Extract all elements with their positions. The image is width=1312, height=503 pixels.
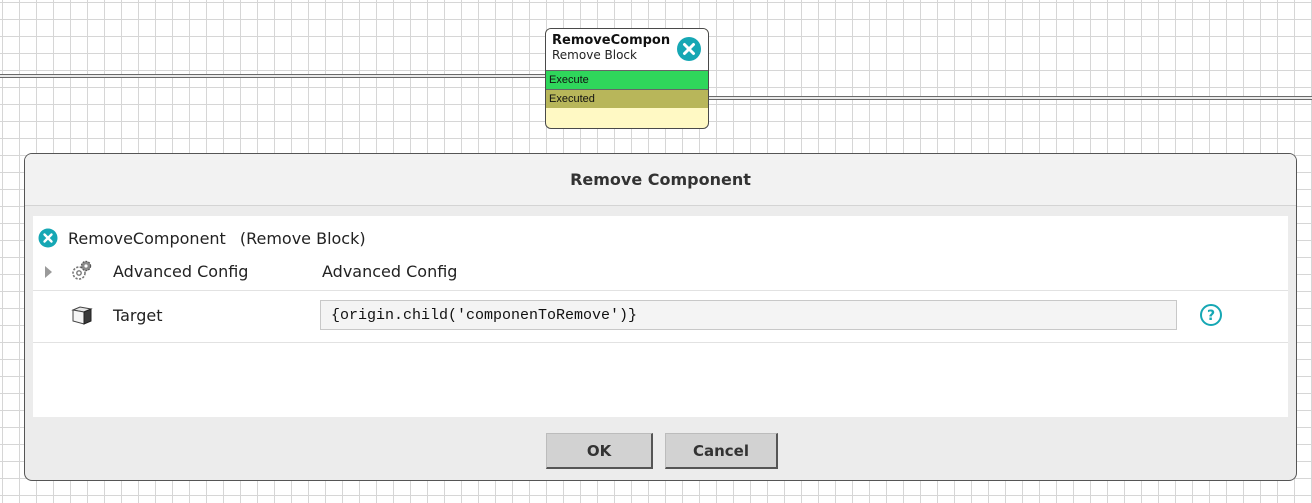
component-header-row: RemoveComponent (Remove Block) (33, 223, 366, 253)
component-type: (Remove Block) (239, 228, 366, 248)
property-sheet: RemoveComponent (Remove Block) Advanced … (33, 216, 1288, 417)
target-label: Target (113, 306, 163, 325)
block-header: RemoveComponent Remove Block (546, 29, 708, 70)
advanced-config-label: Advanced Config (113, 262, 249, 281)
connection-wire-out (709, 96, 1312, 100)
cube-icon (71, 306, 93, 325)
svg-text:?: ? (1207, 308, 1215, 324)
component-name: RemoveComponent (68, 228, 226, 248)
expand-arrow-icon[interactable] (45, 266, 52, 278)
property-row-advanced-config: Advanced Config Advanced Config (33, 254, 1288, 291)
cancel-button[interactable]: Cancel (665, 433, 778, 469)
port-execute[interactable]: Execute (546, 70, 708, 89)
remove-component-dialog: Remove Component RemoveComponent (Remove… (24, 153, 1297, 481)
property-row-target: Target ? (33, 290, 1288, 343)
dialog-title: Remove Component (25, 154, 1296, 206)
port-executed[interactable]: Executed (546, 89, 708, 108)
connection-wire-in (0, 74, 546, 78)
help-icon[interactable]: ? (1199, 303, 1223, 327)
remove-x-icon (677, 37, 701, 61)
remove-x-icon (38, 228, 58, 248)
target-input[interactable] (320, 300, 1177, 330)
gear-icon (72, 260, 92, 280)
ok-button[interactable]: OK (546, 433, 653, 469)
advanced-config-value: Advanced Config (322, 262, 458, 281)
remove-block-node[interactable]: RemoveComponent Remove Block Execute Exe… (545, 28, 709, 129)
block-title: RemoveComponent (552, 34, 670, 48)
